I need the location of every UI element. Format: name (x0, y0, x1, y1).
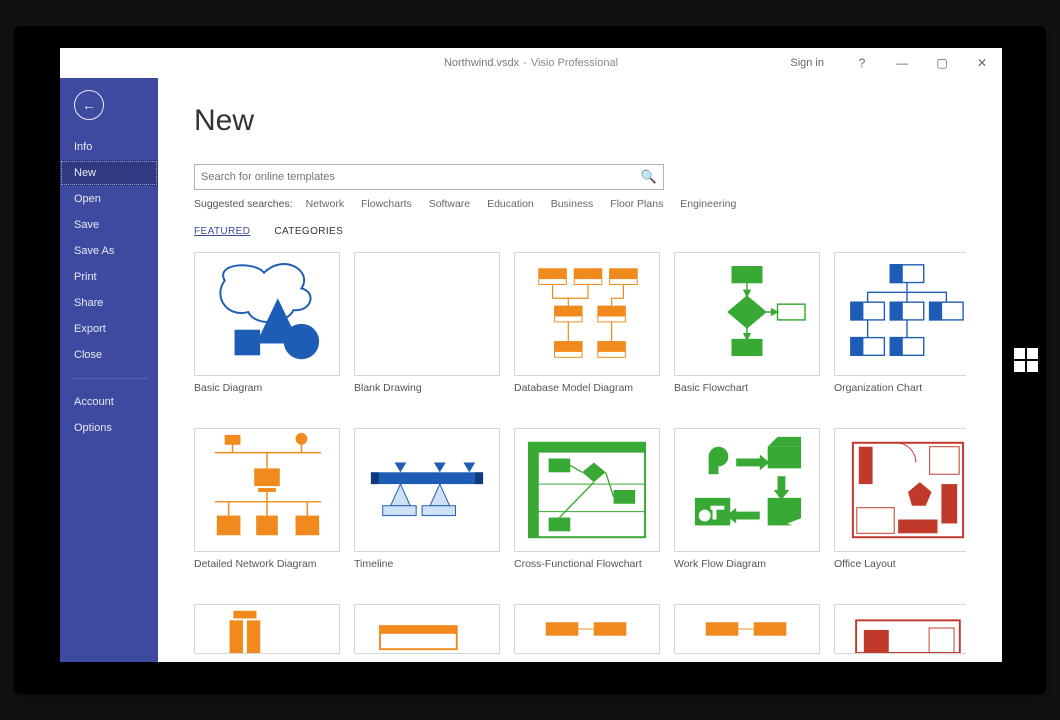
nav-export[interactable]: Export (60, 316, 158, 342)
suggest-engineering[interactable]: Engineering (680, 198, 736, 210)
template-gallery: Basic Diagram Blank Drawing (194, 252, 966, 662)
thumb-blank-drawing (354, 252, 500, 376)
suggest-education[interactable]: Education (487, 198, 534, 210)
nav-saveas[interactable]: Save As (60, 238, 158, 264)
back-arrow-icon: ← (82, 97, 96, 113)
thumb-partial (194, 604, 340, 654)
thumb-office-layout (834, 428, 966, 552)
template-label: Timeline (354, 552, 500, 570)
template-label: Organization Chart (834, 376, 966, 394)
nav-account[interactable]: Account (60, 389, 158, 415)
thumb-network (194, 428, 340, 552)
suggest-software[interactable]: Software (429, 198, 470, 210)
thumb-timeline (354, 428, 500, 552)
template-tabs: FEATURED CATEGORIES (194, 226, 966, 240)
template-blank-drawing[interactable]: Blank Drawing (354, 252, 500, 412)
tab-categories[interactable]: CATEGORIES (274, 226, 343, 240)
template-label: Blank Drawing (354, 376, 500, 394)
tab-featured[interactable]: FEATURED (194, 226, 250, 240)
thumb-org-chart (834, 252, 966, 376)
template-label: Cross-Functional Flowchart (514, 552, 660, 570)
thumb-partial (834, 604, 966, 654)
nav-share[interactable]: Share (60, 290, 158, 316)
template-timeline[interactable]: Timeline (354, 428, 500, 588)
nav-close[interactable]: Close (60, 342, 158, 368)
template-network[interactable]: Detailed Network Diagram (194, 428, 340, 588)
back-button[interactable]: ← (74, 90, 104, 120)
template-workflow[interactable]: Work Flow Diagram (674, 428, 820, 588)
thumb-basic-flowchart (674, 252, 820, 376)
nav-open[interactable]: Open (60, 186, 158, 212)
titlebar: Northwind.vsdx - Visio Professional Sign… (60, 48, 1002, 78)
template-org-chart[interactable]: Organization Chart (834, 252, 966, 412)
search-input[interactable] (201, 171, 641, 183)
suggest-network[interactable]: Network (306, 198, 345, 210)
nav-info[interactable]: Info (60, 134, 158, 160)
template-partial-4[interactable] (674, 604, 820, 662)
help-button[interactable]: ? (842, 48, 882, 78)
device-frame: Northwind.vsdx - Visio Professional Sign… (14, 26, 1046, 694)
template-office-layout[interactable]: Office Layout (834, 428, 966, 588)
template-partial-1[interactable] (194, 604, 340, 662)
titlebar-appname: Visio Professional (531, 57, 618, 69)
thumb-workflow (674, 428, 820, 552)
template-search[interactable]: 🔍 (194, 164, 664, 190)
template-label: Work Flow Diagram (674, 552, 820, 570)
suggested-searches: Suggested searches: Network Flowcharts S… (194, 198, 966, 210)
thumb-partial (354, 604, 500, 654)
template-basic-flowchart[interactable]: Basic Flowchart (674, 252, 820, 412)
thumb-database (514, 252, 660, 376)
thumb-partial (514, 604, 660, 654)
template-label: Office Layout (834, 552, 966, 570)
suggest-floorplans[interactable]: Floor Plans (610, 198, 663, 210)
suggest-flowcharts[interactable]: Flowcharts (361, 198, 412, 210)
signin-link[interactable]: Sign in (790, 57, 824, 69)
minimize-button[interactable]: — (882, 48, 922, 78)
windows-logo-icon (1014, 348, 1038, 372)
app-window: Northwind.vsdx - Visio Professional Sign… (60, 48, 1002, 662)
template-label: Detailed Network Diagram (194, 552, 340, 570)
template-database[interactable]: Database Model Diagram (514, 252, 660, 412)
suggest-label: Suggested searches: (194, 198, 293, 210)
template-basic-diagram[interactable]: Basic Diagram (194, 252, 340, 412)
nav-print[interactable]: Print (60, 264, 158, 290)
thumb-crossfunc (514, 428, 660, 552)
maximize-button[interactable]: ▢ (922, 48, 962, 78)
template-label: Basic Diagram (194, 376, 340, 394)
template-partial-2[interactable] (354, 604, 500, 662)
template-partial-3[interactable] (514, 604, 660, 662)
search-icon[interactable]: 🔍 (641, 169, 657, 185)
template-label: Basic Flowchart (674, 376, 820, 394)
titlebar-filename: Northwind.vsdx (444, 57, 519, 69)
nav-new[interactable]: New (60, 160, 158, 186)
thumb-partial (674, 604, 820, 654)
thumb-basic-diagram (194, 252, 340, 376)
close-button[interactable]: ✕ (962, 48, 1002, 78)
template-label: Database Model Diagram (514, 376, 660, 394)
page-title: New (194, 104, 966, 138)
nav-options[interactable]: Options (60, 415, 158, 441)
nav-save[interactable]: Save (60, 212, 158, 238)
backstage-main: New 🔍 Suggested searches: Network Flowch… (158, 78, 1002, 662)
suggest-business[interactable]: Business (551, 198, 594, 210)
template-partial-5[interactable] (834, 604, 966, 662)
template-crossfunc[interactable]: Cross-Functional Flowchart (514, 428, 660, 588)
backstage-sidebar: ← Info New Open Save Save As Print Share… (60, 78, 158, 662)
